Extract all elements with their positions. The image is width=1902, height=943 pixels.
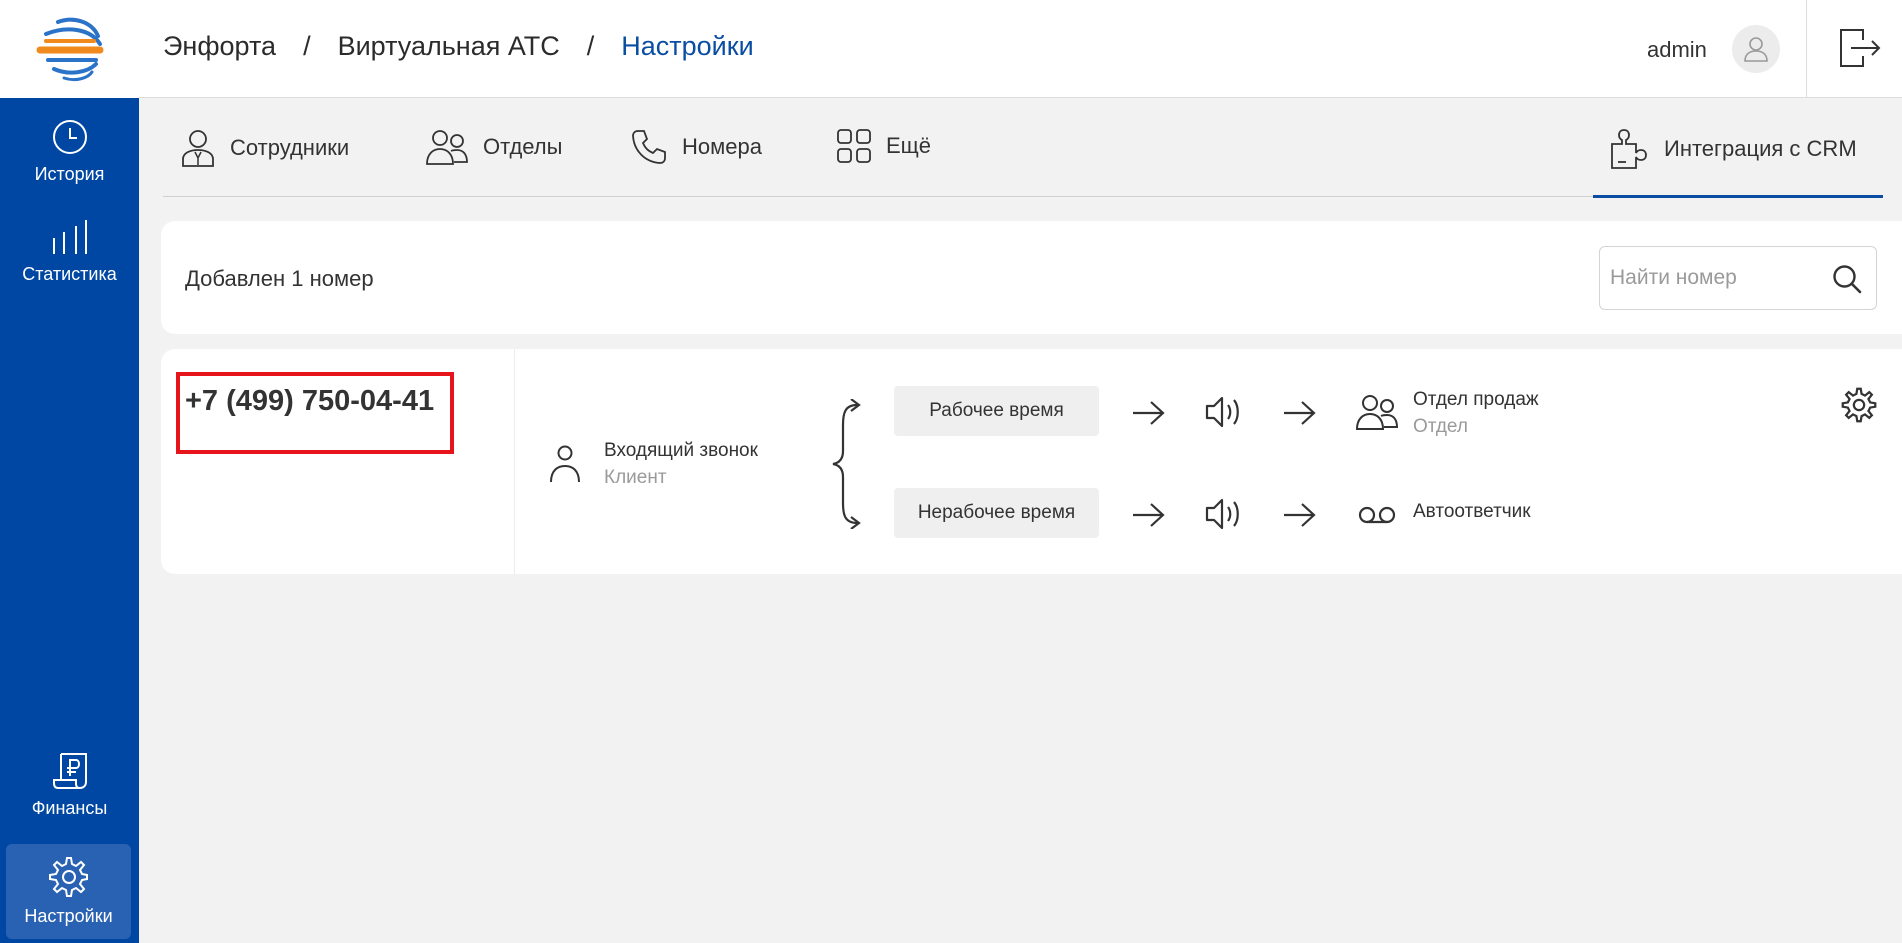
speaker-icon[interactable] <box>1204 394 1246 430</box>
logout-button[interactable] <box>1839 28 1881 73</box>
person-icon <box>550 445 580 483</box>
search-field <box>1599 246 1877 310</box>
numbers-summary-card: Добавлен 1 номер <box>161 221 1902 334</box>
ruble-document-icon <box>52 753 87 789</box>
active-tab-indicator <box>1593 195 1883 198</box>
sidebar-item-label: Финансы <box>31 798 108 818</box>
sidebar-item-statistics[interactable]: Статистика <box>0 218 139 285</box>
route-target-title: Отдел продаж <box>1413 389 1539 410</box>
breadcrumb-separator: / <box>303 31 311 61</box>
gear-icon <box>48 857 88 897</box>
breadcrumb: Энфорта / Виртуальная АТС / Настройки <box>163 31 754 62</box>
incoming-title: Входящий звонок <box>604 440 758 461</box>
avatar[interactable] <box>1732 25 1780 73</box>
sidebar-item-history[interactable]: История <box>0 118 139 185</box>
breadcrumb-item[interactable]: Виртуальная АТС <box>338 31 560 62</box>
route-target[interactable]: Автоответчик <box>1413 501 1531 523</box>
header-divider <box>1806 0 1807 98</box>
route-target[interactable]: Отдел продаж Отдел <box>1413 389 1539 438</box>
branch-brace-icon <box>832 399 861 529</box>
tab-label: Номера <box>682 134 762 159</box>
working-hours-button[interactable]: Рабочее время <box>894 386 1099 436</box>
company-logo[interactable] <box>0 0 139 98</box>
group-icon <box>1355 395 1399 430</box>
arrow-right-icon <box>1284 503 1316 527</box>
sidebar: История Статистика Финансы Настройки <box>0 0 139 943</box>
arrow-right-icon <box>1133 503 1165 527</box>
user-name: admin <box>1647 37 1707 62</box>
sidebar-item-finance[interactable]: Финансы <box>0 752 139 819</box>
speaker-icon[interactable] <box>1204 496 1246 532</box>
group-icon <box>426 130 468 165</box>
breadcrumb-item[interactable]: Энфорта <box>163 31 276 62</box>
number-card: +7 (499) 750-04-41 Входящий звонок Клиен… <box>161 349 1902 574</box>
logout-icon <box>1840 29 1881 67</box>
sidebar-item-label: История <box>34 164 105 184</box>
column-divider <box>514 349 515 574</box>
tab-more[interactable]: Ещё <box>836 128 931 164</box>
tab-label: Ещё <box>886 133 932 158</box>
user-icon <box>1744 37 1768 62</box>
tab-numbers[interactable]: Номера <box>630 128 762 166</box>
tab-crm-integration[interactable]: Интеграция с CRM <box>1608 128 1857 170</box>
search-icon[interactable] <box>1832 264 1862 294</box>
sidebar-item-settings[interactable]: Настройки <box>6 844 131 939</box>
voicemail-icon <box>1358 506 1396 524</box>
sidebar-item-label: Статистика <box>22 264 117 284</box>
tab-label: Отделы <box>483 134 563 159</box>
puzzle-icon <box>1611 129 1647 169</box>
gear-icon[interactable] <box>1841 387 1877 423</box>
clock-icon <box>52 120 87 154</box>
phone-highlight-box <box>176 372 454 454</box>
non-working-hours-button[interactable]: Нерабочее время <box>894 488 1099 538</box>
phone-icon <box>632 130 666 164</box>
tab-departments[interactable]: Отделы <box>425 128 562 166</box>
enforta-logo-icon <box>36 17 103 82</box>
arrow-right-icon <box>1284 401 1316 425</box>
numbers-count-text: Добавлен 1 номер <box>185 266 374 291</box>
sidebar-item-label: Настройки <box>24 906 113 926</box>
tab-label: Сотрудники <box>230 135 350 160</box>
bar-chart-icon <box>52 220 87 254</box>
route-target-title: Автоответчик <box>1413 501 1531 522</box>
settings-tabs: Сотрудники Отделы Номера Ещё Интеграция … <box>163 98 1883 198</box>
arrow-right-icon <box>1133 401 1165 425</box>
tab-label: Интеграция с CRM <box>1664 136 1857 161</box>
search-input[interactable] <box>1610 247 1830 309</box>
breadcrumb-current: Настройки <box>621 31 754 61</box>
route-target-subtitle: Отдел <box>1413 416 1468 437</box>
employee-icon <box>182 130 214 167</box>
breadcrumb-separator: / <box>586 31 595 61</box>
tab-employees[interactable]: Сотрудники <box>180 128 349 168</box>
incoming-subtitle: Клиент <box>604 467 667 488</box>
grid-icon <box>837 129 871 163</box>
top-header: Энфорта / Виртуальная АТС / Настройки ad… <box>139 0 1902 98</box>
incoming-call-source: Входящий звонок Клиент <box>604 440 758 489</box>
